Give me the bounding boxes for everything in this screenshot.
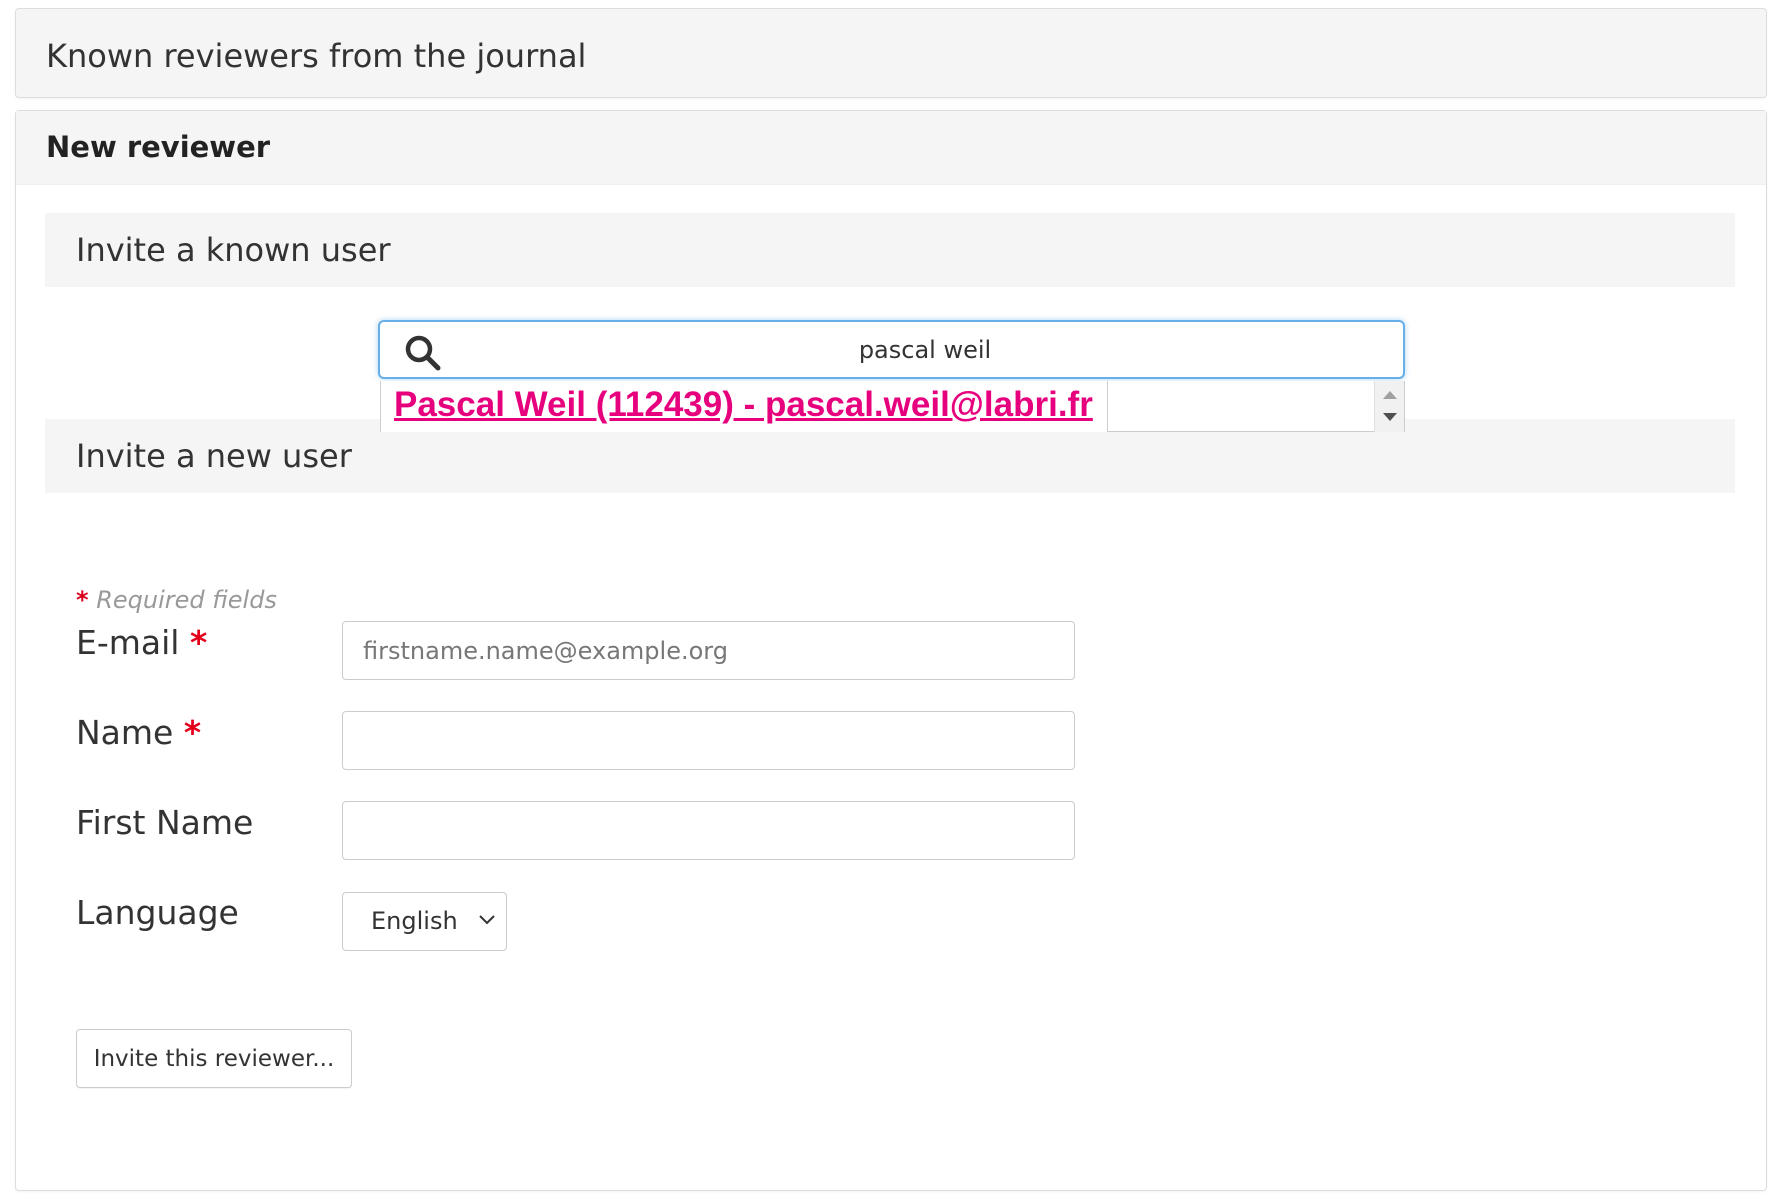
first-name-field[interactable] [342, 801, 1075, 860]
email-label: E-mail * [76, 623, 207, 662]
name-label-text: Name [76, 713, 174, 752]
suggestion-link[interactable]: Pascal Weil (112439) - pascal.weil@labri… [394, 385, 1093, 425]
first-name-label: First Name [76, 803, 254, 842]
user-search-box[interactable] [378, 320, 1405, 379]
invite-new-user-title: Invite a new user [76, 437, 352, 475]
suggestion-item[interactable]: Pascal Weil (112439) - pascal.weil@labri… [381, 381, 1108, 432]
email-field[interactable] [342, 621, 1075, 680]
search-suggestions-list: Pascal Weil (112439) - pascal.weil@labri… [380, 381, 1405, 432]
invite-known-user-header: Invite a known user [45, 213, 1735, 287]
email-label-text: E-mail [76, 623, 180, 662]
known-reviewers-title[interactable]: Known reviewers from the journal [46, 37, 586, 75]
new-reviewer-title: New reviewer [46, 130, 271, 164]
language-label: Language [76, 893, 239, 932]
invite-reviewer-button[interactable]: Invite this reviewer... [76, 1029, 352, 1088]
chevron-down-icon [479, 915, 495, 925]
required-fields-note: * Required fields [76, 586, 277, 614]
language-selected-value: English [371, 907, 458, 935]
scroll-down-arrow-icon[interactable] [1383, 413, 1397, 421]
email-required-star: * [189, 623, 208, 662]
search-icon [405, 335, 441, 371]
required-star: * [76, 586, 89, 614]
required-fields-text: Required fields [96, 586, 277, 614]
name-required-star: * [183, 713, 202, 752]
suggestions-scrollbar[interactable] [1374, 381, 1404, 432]
user-search-input[interactable] [460, 328, 1390, 372]
name-field[interactable] [342, 711, 1075, 770]
invite-known-user-title: Invite a known user [76, 231, 391, 269]
known-reviewers-panel[interactable]: Known reviewers from the journal [15, 8, 1767, 98]
language-select[interactable]: English [342, 892, 507, 951]
scroll-up-arrow-icon[interactable] [1383, 391, 1397, 399]
new-reviewer-heading: New reviewer [16, 111, 1766, 185]
name-label: Name * [76, 713, 201, 752]
